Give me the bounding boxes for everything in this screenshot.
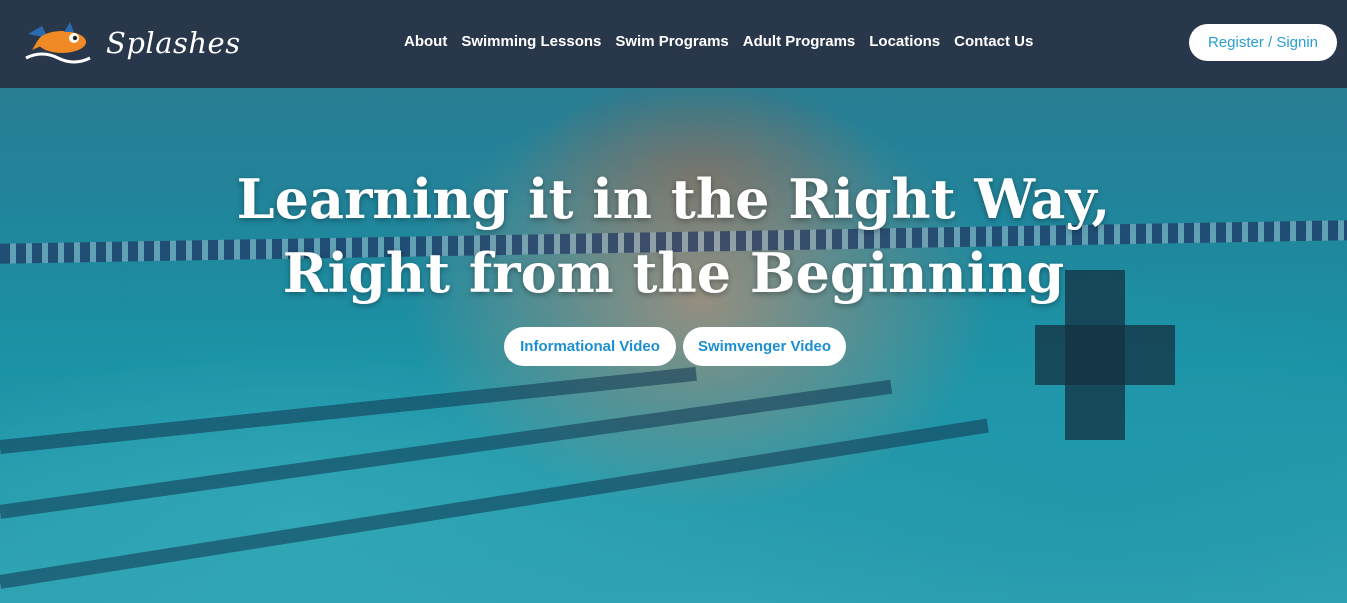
informational-video-button[interactable]: Informational Video [504, 327, 676, 366]
hero-headline: Learning it in the Right Way, Right from… [0, 162, 1347, 310]
nav-item-contact-us[interactable]: Contact Us [954, 33, 1033, 50]
hero-buttons: Informational Video Swimvenger Video [504, 327, 846, 366]
nav-item-about[interactable]: About [404, 33, 447, 50]
headline-line-1: Learning it in the Right Way, [236, 167, 1111, 231]
splashes-shark-mascot-icon [25, 22, 91, 64]
headline-line-2: Right from the Beginning [282, 241, 1065, 305]
main-nav: About Swimming Lessons Swim Programs Adu… [404, 33, 1033, 50]
nav-item-swim-programs[interactable]: Swim Programs [615, 33, 728, 50]
nav-item-adult-programs[interactable]: Adult Programs [743, 33, 856, 50]
register-signin-button[interactable]: Register / Signin [1189, 24, 1337, 61]
logo[interactable]: Splashes [24, 20, 241, 66]
nav-item-locations[interactable]: Locations [869, 33, 940, 50]
brand-name: Splashes [106, 26, 241, 60]
nav-item-swimming-lessons[interactable]: Swimming Lessons [461, 33, 601, 50]
site-header: Splashes About Swimming Lessons Swim Pro… [0, 0, 1347, 88]
swimvenger-video-button[interactable]: Swimvenger Video [683, 327, 846, 366]
